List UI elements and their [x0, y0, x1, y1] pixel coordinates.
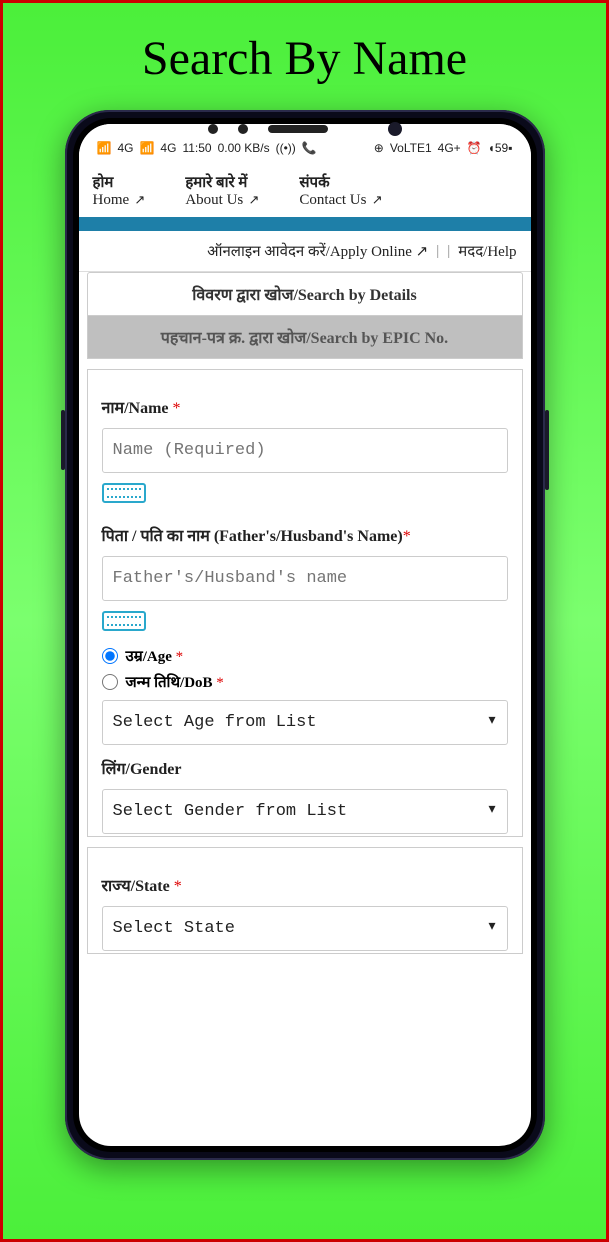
divider-bar [79, 217, 531, 231]
keyboard-icon[interactable] [102, 611, 146, 631]
tabs: विवरण द्वारा खोज/Search by Details पहचान… [79, 272, 531, 359]
signal-icon: 📶 [139, 141, 154, 155]
external-link-icon: ↗ [368, 192, 382, 207]
power-button [545, 410, 549, 490]
battery-icon: ◖59▪ [488, 141, 513, 155]
age-radio-label: उम्र/Age * [126, 646, 184, 666]
phone-frame: 📶 4G 📶 4G 11:50 0.00 KB/s ((•)) 📞 ⊕ VoLT… [65, 110, 545, 1160]
phone-icon: 📞 [302, 141, 317, 155]
nav-bar: होम Home ↗ हमारे बारे में About Us ↗ संप… [79, 164, 531, 215]
tab-search-by-epic[interactable]: पहचान-पत्र क्र. द्वारा खोज/Search by EPI… [87, 316, 523, 359]
father-label: पिता / पति का नाम (Father's/Husband's Na… [102, 524, 508, 546]
external-link-icon: ↗ [131, 192, 145, 207]
signal-icon: 📶 [97, 141, 112, 155]
dob-radio-label: जन्म तिथि/DoB * [126, 672, 224, 692]
gender-label: लिंग/Gender [102, 757, 508, 779]
sub-bar: ऑनलाइन आवेदन करें/Apply Online ↗ | | मदद… [79, 231, 531, 272]
name-label: नाम/Name * [102, 396, 508, 418]
dob-radio[interactable] [102, 674, 118, 690]
age-select[interactable]: Select Age from List [102, 700, 508, 745]
form-card-state: राज्य/State * Select State [87, 847, 523, 954]
nav-contact[interactable]: संपर्क Contact Us ↗ [299, 172, 382, 209]
gender-select[interactable]: Select Gender from List [102, 789, 508, 834]
page-title: Search By Name [3, 3, 606, 110]
state-label: राज्य/State * [102, 874, 508, 896]
keyboard-icon[interactable] [102, 483, 146, 503]
wifi-icon: ((•)) [276, 141, 296, 155]
status-net: 0.00 KB/s [218, 141, 270, 155]
alarm-icon: ⏰ [467, 141, 482, 155]
nav-home[interactable]: होम Home ↗ [93, 172, 146, 209]
form-area: नाम/Name * पिता / पति का नाम (Father's/H… [79, 369, 531, 954]
volume-button [61, 410, 65, 470]
apply-online-link[interactable]: ऑनलाइन आवेदन करें/Apply Online ↗ [207, 241, 428, 261]
tab-search-by-details[interactable]: विवरण द्वारा खोज/Search by Details [87, 272, 523, 316]
state-select[interactable]: Select State [102, 906, 508, 951]
age-radio[interactable] [102, 648, 118, 664]
cast-icon: ⊕ [374, 141, 384, 155]
form-card-name: नाम/Name * पिता / पति का नाम (Father's/H… [87, 369, 523, 837]
phone-sensors [65, 124, 545, 136]
external-link-icon: ↗ [245, 192, 259, 207]
father-input[interactable] [102, 556, 508, 601]
name-input[interactable] [102, 428, 508, 473]
external-link-icon: ↗ [416, 244, 429, 260]
help-link[interactable]: मदद/Help [458, 241, 516, 261]
nav-about[interactable]: हमारे बारे में About Us ↗ [185, 172, 259, 209]
status-time: 11:50 [182, 141, 211, 155]
